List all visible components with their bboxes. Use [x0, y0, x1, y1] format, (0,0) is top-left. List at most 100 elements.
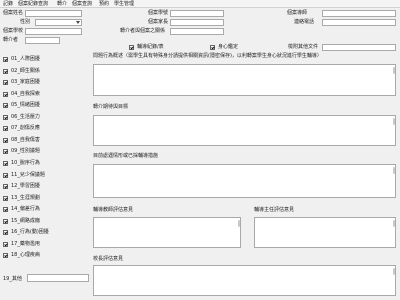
checkbox-box[interactable] — [210, 45, 215, 50]
checkbox-box[interactable] — [3, 57, 8, 62]
category-checkbox-row[interactable]: 04_自我探索 — [3, 91, 88, 98]
problem-desc-textarea[interactable] — [93, 64, 396, 96]
category-label: 09_性別議題 — [11, 148, 40, 155]
category-label: 11_兒少保議題 — [11, 171, 45, 178]
category-label: 16_行為(動)困擾 — [11, 229, 49, 236]
category-label: 08_自我傷害 — [11, 136, 40, 143]
guidance-record-checkbox[interactable]: 輔導紀錄/表 — [129, 44, 189, 51]
menu-record[interactable]: 記錄 — [3, 1, 13, 8]
checkbox-box[interactable] — [3, 207, 8, 213]
checkbox-box[interactable] — [3, 126, 8, 132]
checkbox-box[interactable] — [3, 68, 8, 74]
director-opinion-label: 輔導主任評估意見 — [254, 207, 295, 213]
parent-input[interactable] — [170, 19, 224, 26]
category-checkbox-row[interactable]: 07_創傷反應 — [3, 125, 88, 132]
past-measures-label: 目前處遇情形或已採輔導措施 — [93, 153, 159, 159]
menu-student-management[interactable]: 學生管理 — [114, 1, 134, 8]
phone-input[interactable] — [322, 19, 396, 26]
other-doc-input[interactable] — [322, 44, 396, 51]
expectation-textarea[interactable] — [93, 115, 396, 146]
checkbox-box[interactable] — [3, 241, 8, 247]
category-checkbox-row[interactable]: 18_心理疾病 — [3, 252, 88, 259]
category-label: 13_生涯規劃 — [11, 194, 40, 201]
school-input[interactable] — [25, 28, 82, 35]
case-name-label: 個案姓名 — [3, 10, 24, 16]
category-checkbox-row[interactable]: 09_性別議題 — [3, 148, 88, 155]
relation-label: 轉介者與個案之關係 — [120, 28, 166, 34]
checkbox-box[interactable] — [3, 149, 8, 155]
student-no-label: 個案學號 — [148, 10, 169, 16]
principal-opinion-label: 校長評估意見 — [93, 256, 124, 262]
expectation-label: 轉介期待與目標 — [93, 104, 129, 110]
checkbox-box[interactable] — [3, 172, 8, 178]
checkbox-box[interactable] — [3, 218, 8, 224]
category-checkbox-row[interactable]: 05_情緒困擾 — [3, 102, 88, 109]
category-label: 17_藥物濫用 — [11, 240, 40, 247]
student-no-input[interactable] — [170, 10, 224, 17]
category-label: 14_偏差行為 — [11, 206, 40, 213]
category-label: 07_創傷反應 — [11, 125, 40, 132]
category-checkbox-row[interactable]: 02_師生關係 — [3, 68, 88, 75]
referrer-label: 轉介者 — [3, 37, 19, 43]
checkbox-box[interactable] — [3, 137, 8, 143]
principal-opinion-textarea[interactable] — [93, 265, 396, 296]
menu-bar: 記錄 個案紀錄查詢 轉介 個案查詢 預約 學生管理 — [0, 0, 400, 8]
category-label: 04_自我探索 — [11, 90, 40, 97]
category-checkbox-row[interactable]: 13_生涯規劃 — [3, 195, 88, 202]
scrollbar[interactable] — [238, 220, 240, 227]
director-opinion-textarea[interactable] — [254, 217, 396, 248]
referrer-input[interactable] — [25, 37, 60, 44]
menu-case-query[interactable]: 個案查詢 — [72, 1, 92, 8]
teacher-opinion-textarea[interactable] — [93, 217, 241, 248]
past-measures-textarea[interactable] — [93, 164, 396, 198]
problem-desc-label: 問題行為概述（需學生具有特殊身分請提供相關資訊(隱密保存)，以利轉案學生身心狀況… — [93, 53, 322, 59]
category-checkbox-row[interactable]: 14_偏差行為 — [3, 206, 88, 213]
identified-checkbox[interactable]: 身心鑑定 — [210, 44, 255, 51]
checkbox-box[interactable] — [3, 80, 8, 86]
checkbox-box[interactable] — [3, 103, 8, 109]
gender-select[interactable] — [35, 19, 82, 26]
category-label: 06_生活壓力 — [11, 113, 40, 120]
scrollbar[interactable] — [393, 220, 395, 227]
menu-referral[interactable]: 轉介 — [57, 1, 67, 8]
category-checkbox-row[interactable]: 08_自我傷害 — [3, 137, 88, 144]
guidance-record-label: 輔導紀錄/表 — [137, 44, 164, 50]
category-label: 12_學習困擾 — [11, 183, 40, 190]
checkbox-box[interactable] — [3, 160, 8, 166]
category-checkbox-row[interactable]: 01_人際困擾 — [3, 56, 88, 63]
scrollbar[interactable] — [393, 268, 395, 275]
identified-label: 身心鑑定 — [218, 44, 239, 50]
category-label: 01_人際困擾 — [11, 56, 40, 62]
class-input[interactable] — [322, 10, 396, 17]
category-checkbox-row[interactable]: 16_行為(動)困擾 — [3, 229, 88, 236]
case-name-input[interactable] — [25, 10, 82, 17]
category-checkbox-row[interactable]: 12_學習困擾 — [3, 183, 88, 190]
category-checkbox-row[interactable]: 03_家庭困擾 — [3, 79, 88, 86]
checkbox-box[interactable] — [3, 230, 8, 236]
gender-label: 性別 — [20, 19, 31, 25]
checkbox-box[interactable] — [3, 184, 8, 190]
scrollbar[interactable] — [393, 67, 395, 74]
category-label: 05_情緒困擾 — [11, 102, 40, 109]
menu-appointment[interactable]: 預約 — [99, 1, 109, 8]
parent-label: 個案家長 — [148, 19, 169, 25]
scrollbar[interactable] — [393, 118, 395, 125]
teacher-opinion-label: 輔導教師評估意見 — [93, 207, 134, 213]
relation-input[interactable] — [170, 28, 224, 35]
category-checkbox-row[interactable]: 06_生活壓力 — [3, 114, 88, 121]
category-label: 15_網路成癮 — [11, 217, 40, 224]
checkbox-box[interactable] — [129, 45, 134, 50]
category-checkbox-row[interactable]: 11_兒少保議題 — [3, 172, 88, 179]
checkbox-box[interactable] — [3, 195, 8, 201]
other-category-input[interactable] — [27, 274, 89, 282]
checkbox-box[interactable] — [3, 253, 8, 259]
category-checkbox-row[interactable]: 15_網路成癮 — [3, 218, 88, 225]
checkbox-box[interactable] — [3, 114, 8, 120]
checkbox-box[interactable] — [3, 91, 8, 97]
category-label: 18_心理疾病 — [11, 252, 40, 259]
category-checkbox-row[interactable]: 10_脫序行為 — [3, 160, 88, 167]
category-checkbox-row[interactable]: 17_藥物濫用 — [3, 241, 88, 248]
menu-case-record-query[interactable]: 個案紀錄查詢 — [18, 1, 48, 8]
scrollbar[interactable] — [393, 167, 395, 174]
class-label: 個案導師 — [287, 10, 308, 16]
